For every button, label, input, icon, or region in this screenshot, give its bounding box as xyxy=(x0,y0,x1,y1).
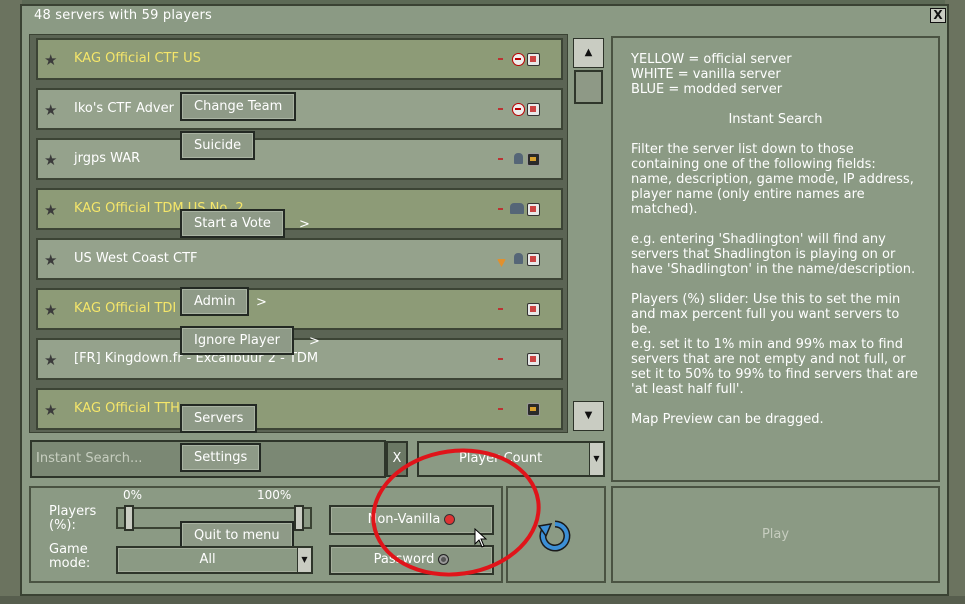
background-bottom xyxy=(0,596,965,604)
favorite-star-icon[interactable]: ★ xyxy=(44,351,57,369)
players-max-label: 100% xyxy=(257,488,292,502)
ping-indicator xyxy=(498,58,503,60)
ping-indicator-icon xyxy=(497,259,506,267)
legend-blue: BLUE = modded server xyxy=(631,82,783,97)
server-name: KAG Official TDI xyxy=(74,301,177,316)
menu-change-team[interactable]: Change Team xyxy=(180,92,297,121)
menu-settings[interactable]: Settings xyxy=(180,443,262,472)
no-entry-icon xyxy=(512,53,525,66)
slider-min-handle[interactable] xyxy=(124,505,134,531)
close-button[interactable]: X xyxy=(930,8,946,23)
map-icon xyxy=(527,203,540,216)
help-paragraph: e.g. entering 'Shadlington' will find an… xyxy=(631,232,916,277)
map-icon xyxy=(527,403,540,416)
favorite-star-icon[interactable]: ★ xyxy=(44,301,57,319)
scroll-down-button[interactable]: ▼ xyxy=(573,401,604,431)
server-name: KAG Official CTF US xyxy=(74,51,201,66)
map-icon xyxy=(527,353,540,366)
favorite-star-icon[interactable]: ★ xyxy=(44,251,57,269)
player-icon xyxy=(514,253,523,264)
map-icon xyxy=(527,253,540,266)
help-paragraph: Filter the server list down to those con… xyxy=(631,142,918,217)
server-row[interactable]: ★ [FR] Kingdown.fr - Excalibuur 2 - TDM xyxy=(36,338,563,380)
map-icon xyxy=(527,303,540,316)
game-mode-label: Game mode: xyxy=(49,542,91,571)
menu-suicide[interactable]: Suicide xyxy=(180,131,256,160)
server-row[interactable]: ★ Iko's CTF Adver xyxy=(36,88,563,130)
submenu-arrow: > xyxy=(309,334,320,349)
favorite-star-icon[interactable]: ★ xyxy=(44,151,57,169)
help-paragraph: Players (%) slider: Use this to set the … xyxy=(631,292,918,397)
players-icon xyxy=(510,203,524,214)
server-name: KAG Official TTH xyxy=(74,401,180,416)
menu-servers[interactable]: Servers xyxy=(180,404,258,433)
legend-white: WHITE = vanilla server xyxy=(631,67,781,82)
favorite-star-icon[interactable]: ★ xyxy=(44,51,57,69)
play-button[interactable]: Play xyxy=(611,486,940,583)
favorite-star-icon[interactable]: ★ xyxy=(44,201,57,219)
refresh-icon xyxy=(537,520,571,552)
no-entry-icon xyxy=(512,103,525,116)
submenu-arrow: > xyxy=(256,295,267,310)
ping-indicator xyxy=(498,108,503,110)
server-name: US West Coast CTF xyxy=(74,251,198,266)
ping-indicator xyxy=(498,308,503,310)
ping-indicator xyxy=(498,208,503,210)
game-mode-select[interactable]: All xyxy=(116,546,313,574)
menu-start-vote[interactable]: Start a Vote xyxy=(180,209,285,238)
background-left xyxy=(0,0,22,604)
slider-max-handle[interactable] xyxy=(294,505,304,531)
favorite-star-icon[interactable]: ★ xyxy=(44,101,57,119)
map-icon xyxy=(527,103,540,116)
submenu-arrow: > xyxy=(299,217,310,232)
legend-yellow: YELLOW = official server xyxy=(631,52,792,67)
help-paragraph: Map Preview can be dragged. xyxy=(631,412,824,427)
mouse-cursor-icon xyxy=(474,528,488,548)
player-icon xyxy=(514,153,523,164)
menu-ignore-player[interactable]: Ignore Player xyxy=(180,326,294,355)
help-heading: Instant Search xyxy=(728,112,823,127)
window-title: 48 servers with 59 players xyxy=(34,8,212,23)
server-row[interactable]: ★ KAG Official TDI xyxy=(36,288,563,330)
server-row[interactable]: ★ KAG Official CTF US xyxy=(36,38,563,80)
ping-indicator xyxy=(498,358,503,360)
favorite-star-icon[interactable]: ★ xyxy=(44,401,57,419)
chevron-down-icon[interactable]: ▼ xyxy=(589,443,603,475)
server-row[interactable]: ★ jrgps WAR xyxy=(36,138,563,180)
map-icon xyxy=(527,53,540,66)
scroll-thumb[interactable] xyxy=(574,70,603,104)
map-icon xyxy=(527,153,540,166)
menu-admin[interactable]: Admin xyxy=(180,287,250,316)
server-row[interactable]: ★ US West Coast CTF xyxy=(36,238,563,280)
ping-indicator xyxy=(498,408,503,410)
players-min-label: 0% xyxy=(123,488,143,502)
server-row[interactable]: ★ KAG Official TTH xyxy=(36,388,563,430)
server-name: jrgps WAR xyxy=(74,151,141,166)
help-panel: YELLOW = official server WHITE = vanilla… xyxy=(611,36,940,482)
ping-indicator xyxy=(498,158,503,160)
players-label: Players (%): xyxy=(49,504,97,533)
chevron-down-icon[interactable]: ▼ xyxy=(297,548,311,572)
scroll-up-button[interactable]: ▲ xyxy=(573,38,604,68)
server-name: Iko's CTF Adver xyxy=(74,101,174,116)
